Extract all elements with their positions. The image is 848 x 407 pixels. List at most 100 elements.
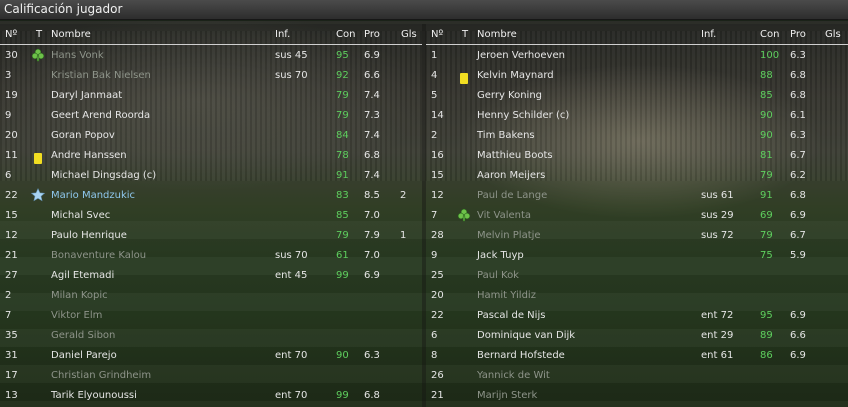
player-row[interactable]: 2 Tim Bakens 90 6.3: [426, 125, 848, 145]
col-header-con[interactable]: Con: [336, 29, 355, 40]
player-number: 1: [431, 50, 438, 61]
player-row[interactable]: 2 Milan Kopic: [0, 285, 422, 305]
empty-icon-slot: [457, 248, 471, 262]
player-row[interactable]: 16 Matthieu Boots 81 6.7: [426, 145, 848, 165]
player-name: Aaron Meijers: [477, 170, 546, 181]
player-row[interactable]: 6 Michael Dingsdag (c) 91 7.4: [0, 165, 422, 185]
player-number: 31: [5, 350, 18, 361]
player-row[interactable]: 20 Goran Popov 84 7.4: [0, 125, 422, 145]
col-header-pro[interactable]: Pro: [364, 29, 380, 40]
empty-icon-slot: [457, 88, 471, 102]
player-row[interactable]: 5 Gerry Koning 85 6.8: [426, 85, 848, 105]
home-team-table: Nº T Nombre Inf. Con Pro Gls 30 Hans Vonk…: [0, 24, 422, 407]
player-number: 19: [5, 90, 18, 101]
col-header-t[interactable]: T: [462, 29, 468, 40]
player-number: 15: [431, 170, 444, 181]
empty-icon-slot: [457, 188, 471, 202]
player-row[interactable]: 14 Henny Schilder (c) 90 6.1: [426, 105, 848, 125]
player-row[interactable]: 15 Michal Svec 85 7.0: [0, 205, 422, 225]
player-row[interactable]: 12 Paul de Lange sus 61 91 6.8: [426, 185, 848, 205]
col-header-inf[interactable]: Inf.: [275, 29, 290, 40]
player-row[interactable]: 6 Dominique van Dijk ent 29 89 6.6: [426, 325, 848, 345]
player-row[interactable]: 27 Agil Etemadi ent 45 99 6.9: [0, 265, 422, 285]
player-influence: sus 61: [701, 190, 734, 201]
player-condition: 88: [760, 70, 773, 81]
player-row[interactable]: 11 Andre Hanssen 78 6.8: [0, 145, 422, 165]
player-number: 11: [5, 150, 18, 161]
player-row[interactable]: 15 Aaron Meijers 79 6.2: [426, 165, 848, 185]
player-influence: sus 45: [275, 50, 308, 61]
player-condition: 85: [336, 210, 349, 221]
player-row[interactable]: 9 Geert Arend Roorda 79 7.3: [0, 105, 422, 125]
player-influence: sus 29: [701, 210, 734, 221]
col-header-gls[interactable]: Gls: [401, 29, 417, 40]
player-number: 3: [5, 70, 12, 81]
empty-icon-slot: [31, 228, 45, 242]
player-rating: 6.8: [364, 150, 380, 161]
player-goals: 2: [400, 190, 407, 201]
col-header-t[interactable]: T: [36, 29, 42, 40]
player-row[interactable]: 7 Viktor Elm: [0, 305, 422, 325]
yellow-card-shape: [34, 153, 42, 164]
player-row[interactable]: 30 Hans Vonk sus 45 95 6.9: [0, 45, 422, 65]
player-row[interactable]: 20 Hamit Yildiz: [426, 285, 848, 305]
player-influence: sus 70: [275, 70, 308, 81]
col-header-gls[interactable]: Gls: [825, 29, 841, 40]
col-header-number[interactable]: Nº: [431, 29, 443, 40]
col-header-name[interactable]: Nombre: [51, 29, 91, 40]
player-condition: 100: [760, 50, 780, 61]
window-titlebar: Calificación jugador: [0, 0, 848, 20]
player-number: 8: [431, 350, 438, 361]
player-row[interactable]: 22 Mario Mandzukic 83 8.5 2: [0, 185, 422, 205]
col-header-number[interactable]: Nº: [5, 29, 17, 40]
player-rating: 6.9: [790, 310, 806, 321]
player-row[interactable]: 9 Jack Tuyp 75 5.9: [426, 245, 848, 265]
player-row[interactable]: 4 Kelvin Maynard 88 6.8: [426, 65, 848, 85]
player-condition: 79: [336, 90, 349, 101]
empty-icon-slot: [457, 268, 471, 282]
col-header-con[interactable]: Con: [760, 29, 779, 40]
player-name: Dominique van Dijk: [477, 330, 576, 341]
player-row[interactable]: 25 Paul Kok: [426, 265, 848, 285]
player-rating: 6.7: [790, 150, 806, 161]
col-header-inf[interactable]: Inf.: [701, 29, 716, 40]
player-influence: sus 72: [701, 230, 734, 241]
col-header-name[interactable]: Nombre: [477, 29, 517, 40]
player-rating: 6.3: [790, 50, 806, 61]
player-name: Bernard Hofstede: [477, 350, 565, 361]
player-row[interactable]: 22 Pascal de Nijs ent 72 95 6.9: [426, 305, 848, 325]
player-row[interactable]: 21 Marijn Sterk: [426, 385, 848, 405]
player-row[interactable]: 13 Tarik Elyounoussi ent 70 99 6.8: [0, 385, 422, 405]
player-condition: 78: [336, 150, 349, 161]
empty-icon-slot: [457, 348, 471, 362]
player-rating: 7.4: [364, 90, 380, 101]
player-name: Kristian Bak Nielsen: [51, 70, 151, 81]
player-row[interactable]: 7 Vit Valenta sus 29 69 6.9: [426, 205, 848, 225]
player-rating: 6.7: [790, 230, 806, 241]
yellow-card-icon: [457, 68, 471, 84]
player-row[interactable]: 26 Yannick de Wit: [426, 365, 848, 385]
player-row[interactable]: 17 Christian Grindheim: [0, 365, 422, 385]
window-title: Calificación jugador: [4, 2, 123, 16]
player-row[interactable]: 21 Bonaventure Kalou sus 70 61 7.0: [0, 245, 422, 265]
empty-icon-slot: [457, 368, 471, 382]
player-row[interactable]: 1 Jeroen Verhoeven 100 6.3: [426, 45, 848, 65]
player-rating: 7.0: [364, 210, 380, 221]
player-number: 35: [5, 330, 18, 341]
player-rating: 6.3: [364, 350, 380, 361]
player-condition: 95: [336, 50, 349, 61]
player-number: 12: [431, 190, 444, 201]
player-condition: 86: [760, 350, 773, 361]
col-header-pro[interactable]: Pro: [790, 29, 806, 40]
player-row[interactable]: 12 Paulo Henrique 79 7.9 1: [0, 225, 422, 245]
player-rating: 6.8: [790, 190, 806, 201]
player-row[interactable]: 8 Bernard Hofstede ent 61 86 6.9: [426, 345, 848, 365]
player-row[interactable]: 3 Kristian Bak Nielsen sus 70 92 6.6: [0, 65, 422, 85]
player-condition: 91: [336, 170, 349, 181]
player-rating: 7.9: [364, 230, 380, 241]
player-row[interactable]: 35 Gerald Sibon: [0, 325, 422, 345]
player-row[interactable]: 28 Melvin Platje sus 72 79 6.7: [426, 225, 848, 245]
player-row[interactable]: 19 Daryl Janmaat 79 7.4: [0, 85, 422, 105]
player-row[interactable]: 31 Daniel Parejo ent 70 90 6.3: [0, 345, 422, 365]
player-name: Goran Popov: [51, 130, 115, 141]
